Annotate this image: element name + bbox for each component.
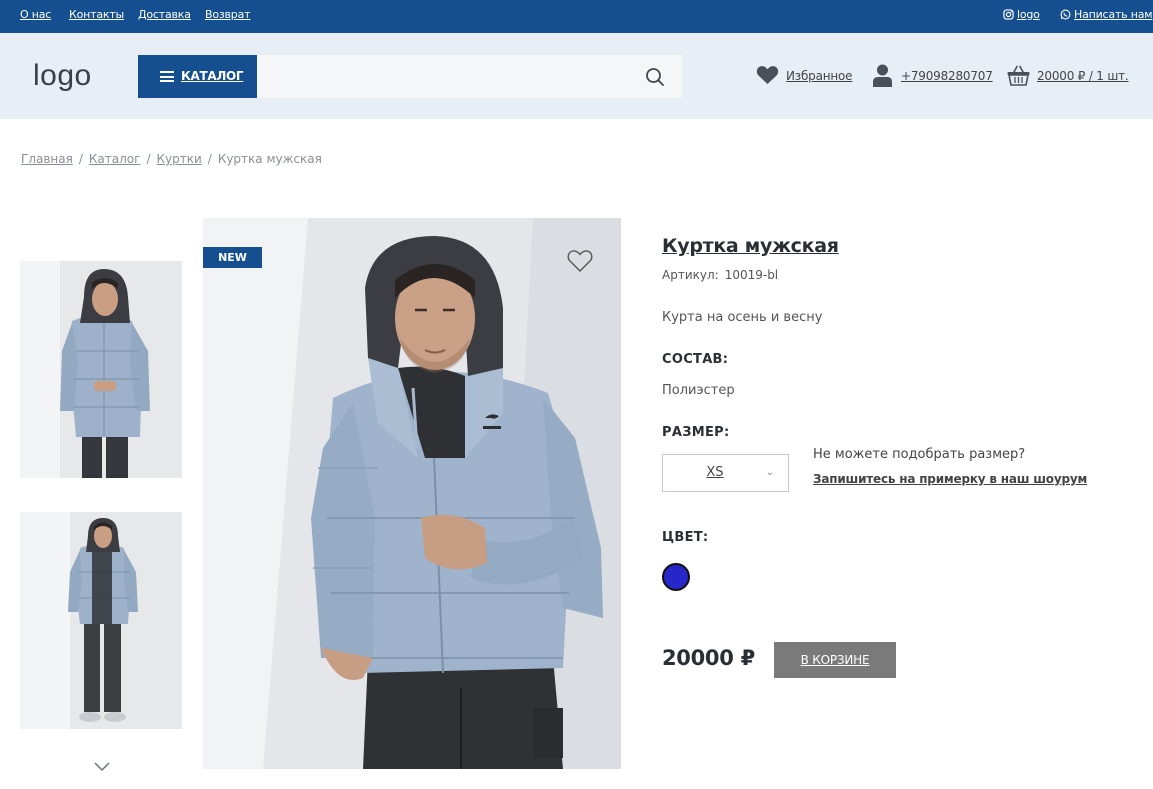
composition-value: Полиэстер [662,383,735,398]
topbar-link-delivery[interactable]: Доставка [138,8,191,21]
cart-link[interactable]: 20000 ₽ / 1 шт. [1037,69,1129,83]
topbar-link-returns[interactable]: Возврат [205,8,251,21]
phone-link[interactable]: +79098280707 [901,69,993,83]
user-icon[interactable] [873,64,892,87]
catalog-button[interactable]: КАТАЛОГ [138,55,257,98]
chevron-down-icon: ⌄ [765,467,774,478]
breadcrumb-separator: / [78,152,83,166]
chevron-down-icon[interactable] [93,760,111,772]
in-cart-button[interactable]: В КОРЗИНЕ [774,642,896,678]
article-value: 10019-bl [724,268,779,282]
product-article: Артикул: 10019-bl [662,268,778,282]
top-bar: О нас Контакты Доставка Возврат logo Нап… [0,0,1153,33]
product-thumbnail-image [20,261,182,478]
breadcrumb-jackets[interactable]: Куртки [156,152,201,166]
instagram-label: logo [1017,8,1040,21]
fitting-appointment-link[interactable]: Запишитесь на примерку в наш шоурум [813,472,1087,486]
product-title[interactable]: Куртка мужская [662,235,839,257]
color-swatch-blue[interactable] [662,563,690,591]
size-help-text: Не можете подобрать размер? [813,447,1026,462]
topbar-link-contacts[interactable]: Контакты [69,8,124,21]
new-badge: NEW [203,247,262,268]
product-price: 20000 ₽ [662,646,755,670]
product-thumbnail-1[interactable] [20,261,182,478]
favorites-heart-icon[interactable] [756,65,779,85]
search-icon[interactable] [645,67,665,87]
search-bar [257,55,682,98]
breadcrumb-separator: / [207,152,212,166]
topbar-write-us-link[interactable]: Написать нам [1060,8,1153,21]
composition-heading: СОСТАВ: [662,352,729,367]
topbar-link-about[interactable]: О нас [20,8,51,21]
topbar-instagram-link[interactable]: logo [1003,8,1040,21]
breadcrumb-home[interactable]: Главная [21,152,73,166]
color-heading: ЦВЕТ: [662,530,709,545]
size-heading: РАЗМЕР: [662,425,730,440]
header: logo КАТАЛОГ Избранное +79098280707 2000… [0,33,1153,119]
instagram-icon [1003,9,1014,20]
product-thumbnail-2[interactable] [20,512,182,729]
breadcrumb: Главная / Каталог / Куртки / Куртка мужская [21,152,322,166]
product-main-image [203,218,621,769]
article-label: Артикул: [662,268,719,282]
size-select[interactable]: XS ⌄ [662,454,789,492]
site-logo[interactable]: logo [33,59,92,93]
favorites-link[interactable]: Избранное [786,69,853,83]
cart-basket-icon[interactable] [1007,65,1030,86]
menu-icon [160,71,174,82]
catalog-label: КАТАЛОГ [181,69,244,83]
breadcrumb-current: Куртка мужская [217,152,322,166]
breadcrumb-catalog[interactable]: Каталог [89,152,141,166]
breadcrumb-separator: / [146,152,151,166]
add-to-favorites-heart-icon[interactable] [567,249,593,273]
whatsapp-icon [1060,9,1071,20]
product-thumbnail-image [20,512,182,729]
search-input[interactable] [257,55,627,98]
product-photo [203,218,621,769]
write-us-label: Написать нам [1074,8,1153,21]
size-selected-value: XS [706,465,724,480]
product-description: Курта на осень и весну [662,310,823,325]
